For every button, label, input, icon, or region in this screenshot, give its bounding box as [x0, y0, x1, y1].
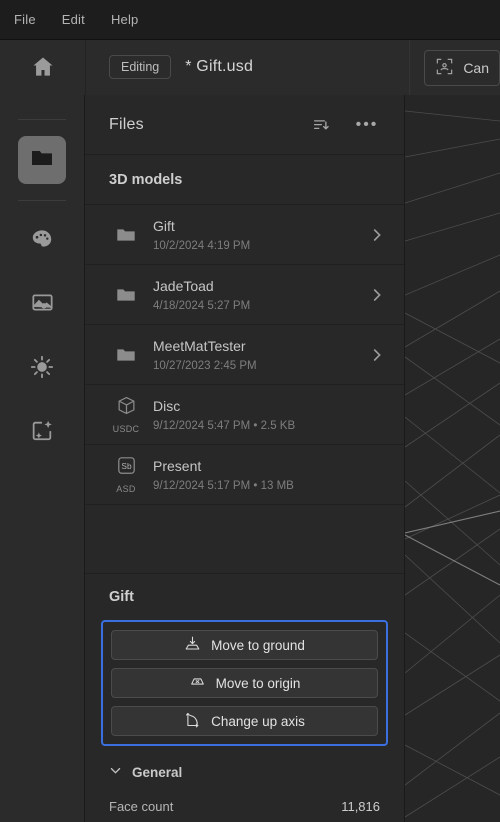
- files-panel-header: Files •••: [85, 95, 404, 155]
- file-row-text: JadeToad 4/18/2024 5:27 PM: [147, 278, 364, 312]
- chevron-right-icon[interactable]: [364, 287, 390, 303]
- canvas-frame-icon: [435, 57, 454, 79]
- move-to-ground-button[interactable]: Move to ground: [111, 630, 378, 660]
- rail-divider-top: [18, 119, 66, 120]
- move-to-origin-icon: [189, 673, 206, 693]
- move-to-ground-label: Move to ground: [211, 637, 305, 653]
- table-row[interactable]: Sb ASD Present 9/12/2024 5:17 PM • 13 MB: [85, 445, 404, 505]
- file-icon-col: Sb ASD: [105, 455, 147, 494]
- 3d-viewport[interactable]: [405, 95, 500, 822]
- table-row[interactable]: JadeToad 4/18/2024 5:27 PM: [85, 265, 404, 325]
- menu-item-file[interactable]: File: [12, 10, 38, 29]
- property-value: 11,816: [341, 798, 380, 814]
- page-title: * Gift.usd: [185, 58, 254, 75]
- change-up-axis-icon: [184, 711, 201, 731]
- menu-item-help[interactable]: Help: [109, 10, 141, 29]
- editing-mode-pill[interactable]: Editing: [109, 54, 172, 80]
- top-toolbar: Editing * Gift.usd Can: [0, 39, 500, 95]
- file-name: Present: [153, 457, 202, 474]
- menu-item-edit[interactable]: Edit: [60, 10, 87, 29]
- move-to-ground-icon: [184, 635, 201, 655]
- palette-icon: [29, 226, 55, 257]
- table-row[interactable]: Gift 10/2/2024 4:19 PM: [85, 205, 404, 265]
- table-row[interactable]: MeetMatTester 10/27/2023 2:45 PM: [85, 325, 404, 385]
- canvas-button[interactable]: Can: [424, 49, 500, 86]
- rail-item-scene[interactable]: [18, 281, 66, 329]
- file-row-text: Disc 9/12/2024 5:47 PM • 2.5 KB: [147, 398, 364, 432]
- cube-icon: [116, 395, 137, 421]
- sun-icon: [29, 354, 55, 385]
- sort-descending-icon[interactable]: [308, 116, 334, 134]
- svg-text:Sb: Sb: [121, 461, 132, 471]
- file-name: MeetMatTester: [153, 337, 246, 354]
- canvas-label: Can: [463, 59, 489, 76]
- selection-title: Gift: [109, 589, 134, 605]
- canvas-tab-area: Can: [409, 40, 500, 95]
- tool-rail: [0, 95, 85, 822]
- file-extension: ASD: [116, 484, 136, 494]
- file-row-text: MeetMatTester 10/27/2023 2:45 PM: [147, 338, 364, 372]
- more-options-icon[interactable]: •••: [354, 116, 380, 134]
- viewport-grid: [405, 110, 500, 818]
- general-section-header[interactable]: General: [85, 754, 404, 790]
- file-name: Gift: [153, 217, 175, 234]
- file-meta: 10/27/2023 2:45 PM: [153, 359, 257, 372]
- property-key: Face count: [109, 798, 174, 814]
- move-to-origin-label: Move to origin: [215, 675, 301, 691]
- folder-icon: [30, 146, 54, 175]
- magic-wand-icon: [30, 418, 55, 448]
- file-row-text: Present 9/12/2024 5:17 PM • 13 MB: [147, 458, 364, 492]
- chevron-right-icon[interactable]: [364, 227, 390, 243]
- section-3d-models: 3D models: [85, 155, 404, 205]
- property-row-face-count: Face count 11,816: [85, 790, 404, 822]
- files-panel: Files ••• 3D models Gift 10/2/2024 4:19 …: [85, 95, 405, 822]
- menu-bar: File Edit Help: [0, 0, 500, 40]
- file-meta: 9/12/2024 5:17 PM • 13 MB: [153, 479, 294, 492]
- file-icon-col: USDC: [105, 395, 147, 434]
- chevron-right-icon[interactable]: [364, 347, 390, 363]
- image-icon: [30, 290, 55, 320]
- file-meta: 9/12/2024 5:47 PM • 2.5 KB: [153, 419, 296, 432]
- folder-icon: [105, 284, 147, 306]
- home-icon: [30, 54, 56, 80]
- change-up-axis-label: Change up axis: [211, 713, 305, 729]
- table-row[interactable]: USDC Disc 9/12/2024 5:47 PM • 2.5 KB: [85, 385, 404, 445]
- app-window: File Edit Help Editing * Gift.usd Can Fi…: [0, 0, 500, 822]
- files-panel-title: Files: [109, 115, 144, 133]
- home-button[interactable]: [0, 39, 85, 95]
- selection-actions-group: Move to ground Move to origin Change up …: [101, 620, 388, 746]
- file-name: JadeToad: [153, 277, 214, 294]
- file-name: Disc: [153, 397, 181, 414]
- file-list: Gift 10/2/2024 4:19 PM JadeToad 4/18/202…: [85, 205, 404, 505]
- rail-divider-mid: [18, 200, 66, 201]
- rail-item-files[interactable]: [18, 136, 66, 184]
- file-meta: 10/2/2024 4:19 PM: [153, 239, 251, 252]
- file-extension: USDC: [112, 424, 140, 434]
- change-up-axis-button[interactable]: Change up axis: [111, 706, 378, 736]
- rail-item-materials[interactable]: [18, 217, 66, 265]
- general-section-label: General: [132, 764, 183, 780]
- folder-icon: [105, 224, 147, 246]
- rail-item-lighting[interactable]: [18, 345, 66, 393]
- folder-icon: [105, 344, 147, 366]
- move-to-origin-button[interactable]: Move to origin: [111, 668, 378, 698]
- file-row-text: Gift 10/2/2024 4:19 PM: [147, 218, 364, 252]
- substance-icon: Sb: [116, 455, 137, 481]
- file-list-empty-space: [85, 505, 404, 574]
- app-body: Files ••• 3D models Gift 10/2/2024 4:19 …: [0, 95, 500, 822]
- rail-item-effects[interactable]: [18, 409, 66, 457]
- chevron-down-icon: [109, 764, 122, 780]
- file-meta: 4/18/2024 5:27 PM: [153, 299, 251, 312]
